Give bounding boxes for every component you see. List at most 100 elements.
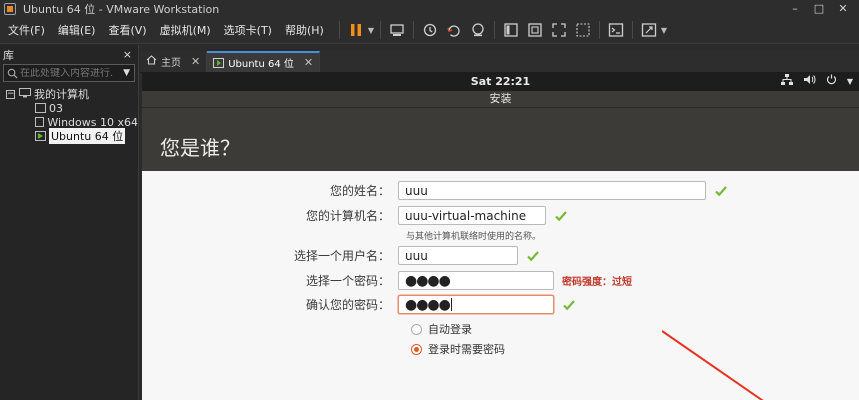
pause-icon[interactable] [344, 20, 368, 40]
tab-strip: 主页 ✕ Ubuntu 64 位 ✕ [140, 51, 859, 73]
password-field[interactable]: ●●●● [398, 271, 554, 290]
tree-item-label: Windows 10 x64 [47, 115, 138, 129]
password-label: 选择一个密码： [305, 274, 390, 288]
menu-edit[interactable]: 编辑(E) [50, 22, 101, 38]
confirm-row: 确认您的密码： ●●●● [142, 295, 576, 314]
tree-item-ubuntu[interactable]: Ubuntu 64 位 [0, 128, 138, 144]
search-icon [4, 68, 20, 79]
volume-icon[interactable] [803, 74, 816, 88]
installer-title: 安装 [142, 91, 859, 107]
library-title: 库 [3, 48, 14, 62]
console-icon[interactable] [604, 20, 628, 40]
vm-icon [35, 117, 45, 127]
guest-display[interactable]: Sat 22:21 ▼ 安装 您是谁？ 您的姓名： uuu 您的计算机名： uu… [142, 73, 859, 400]
tab-ubuntu[interactable]: Ubuntu 64 位 ✕ [207, 51, 321, 72]
tree-root[interactable]: − 我的计算机 [0, 87, 138, 101]
title-bar: Ubuntu 64 位 - VMware Workstation – □ ✕ [0, 0, 859, 17]
check-icon [715, 185, 727, 196]
computer-name-field[interactable]: uuu-virtual-machine [398, 206, 546, 225]
password-strength: 密码强度：过短 [562, 277, 632, 288]
library-header: 库 × [0, 45, 138, 64]
unity-icon[interactable] [571, 20, 595, 40]
fullscreen-icon[interactable] [547, 20, 571, 40]
tree-item-label: Ubuntu 64 位 [49, 128, 126, 144]
confirm-password-field[interactable]: ●●●● [398, 295, 554, 314]
toolbar: ▼ ▼ [335, 20, 669, 40]
library-close-button[interactable]: × [123, 48, 132, 61]
power-icon[interactable] [826, 74, 837, 88]
auto-login-label: 自动登录 [428, 323, 472, 336]
network-icon[interactable] [780, 74, 793, 88]
menu-vm[interactable]: 虚拟机(M) [152, 22, 216, 38]
guest-top-bar: Sat 22:21 ▼ [142, 73, 859, 91]
menu-file[interactable]: 文件(F) [0, 22, 50, 38]
menu-help[interactable]: 帮助(H) [277, 22, 329, 38]
revert-snapshot-icon[interactable] [442, 20, 466, 40]
require-password-option[interactable]: 登录时需要密码 [411, 341, 505, 357]
tree-item-label: 03 [49, 101, 63, 115]
tree-item-windows[interactable]: Windows 10 x64 [0, 115, 138, 129]
library-view-icon[interactable] [499, 20, 523, 40]
close-button[interactable]: ✕ [831, 2, 855, 15]
computer-row: 您的计算机名： uuu-virtual-machine [142, 206, 568, 225]
thumbnail-view-icon[interactable] [523, 20, 547, 40]
home-icon [146, 55, 157, 68]
auto-login-radio[interactable] [411, 323, 422, 335]
text-caret [450, 298, 452, 311]
check-icon [563, 299, 575, 310]
check-icon [527, 250, 539, 261]
vm-icon [35, 103, 46, 113]
require-password-label: 登录时需要密码 [428, 343, 505, 356]
minimize-button[interactable]: – [783, 2, 807, 15]
password-value: ●●●● [405, 272, 451, 289]
annotation-arrow-icon [662, 330, 764, 400]
vm-tree: − 我的计算机 03 Windows 10 x64 Ubuntu 64 位 [0, 87, 138, 144]
tree-item-vm-03[interactable]: 03 [0, 101, 138, 115]
stretch-icon[interactable] [637, 20, 661, 40]
snapshot-manager-icon[interactable] [466, 20, 490, 40]
computer-name-hint: 与其他计算机联络时使用的名称。 [406, 232, 542, 242]
computer-icon [19, 87, 31, 101]
guest-tray: ▼ [780, 74, 853, 88]
menu-tabs[interactable]: 选项卡(T) [216, 22, 277, 38]
tab-home-label: 主页 [161, 58, 181, 69]
confirm-password-value: ●●●● [405, 296, 451, 313]
menu-bar: 文件(F) 编辑(E) 查看(V) 虚拟机(M) 选项卡(T) 帮助(H) ▼ [0, 17, 859, 44]
guest-clock[interactable]: Sat 22:21 [142, 75, 859, 88]
maximize-button[interactable]: □ [807, 2, 831, 15]
stretch-dropdown-icon[interactable]: ▼ [661, 26, 669, 35]
auto-login-option[interactable]: 自动登录 [411, 321, 472, 337]
page-title: 您是谁？ [142, 107, 859, 171]
check-icon [555, 210, 567, 221]
name-row: 您的姓名： uuu [142, 181, 728, 200]
tab-home[interactable]: 主页 ✕ [140, 51, 208, 72]
tab-ubuntu-label: Ubuntu 64 位 [228, 59, 294, 70]
library-panel: 库 × ▼ − 我的计算机 03 Windows 10 x64 Ubuntu 6… [0, 45, 139, 400]
vmware-logo-icon [4, 2, 16, 15]
library-search: ▼ [3, 64, 135, 82]
snapshot-icon[interactable] [418, 20, 442, 40]
username-label: 选择一个用户名： [293, 249, 390, 263]
vm-running-icon [213, 57, 225, 68]
confirm-password-label: 确认您的密码： [305, 298, 390, 312]
close-icon[interactable]: ✕ [304, 56, 313, 69]
vm-running-icon [35, 131, 46, 141]
library-search-input[interactable] [20, 67, 114, 79]
menu-view[interactable]: 查看(V) [100, 22, 151, 38]
close-icon[interactable]: ✕ [191, 55, 200, 68]
password-row: 选择一个密码： ●●●● 密码强度：过短 [142, 271, 632, 290]
name-label: 您的姓名： [329, 184, 390, 198]
power-dropdown-icon[interactable]: ▼ [368, 26, 376, 35]
window-title: Ubuntu 64 位 - VMware Workstation [23, 2, 220, 16]
chevron-down-icon[interactable]: ▼ [847, 77, 853, 86]
send-ctrl-alt-del-icon[interactable] [385, 20, 409, 40]
username-row: 选择一个用户名： uuu [142, 246, 540, 265]
tree-root-label: 我的计算机 [34, 88, 89, 101]
require-password-radio[interactable] [411, 343, 422, 355]
name-field[interactable]: uuu [398, 181, 706, 200]
window-controls: – □ ✕ [783, 0, 855, 17]
search-dropdown-icon[interactable]: ▼ [123, 68, 130, 78]
username-field[interactable]: uuu [398, 246, 518, 265]
computer-name-label: 您的计算机名： [305, 209, 390, 223]
collapse-icon[interactable]: − [6, 89, 15, 99]
